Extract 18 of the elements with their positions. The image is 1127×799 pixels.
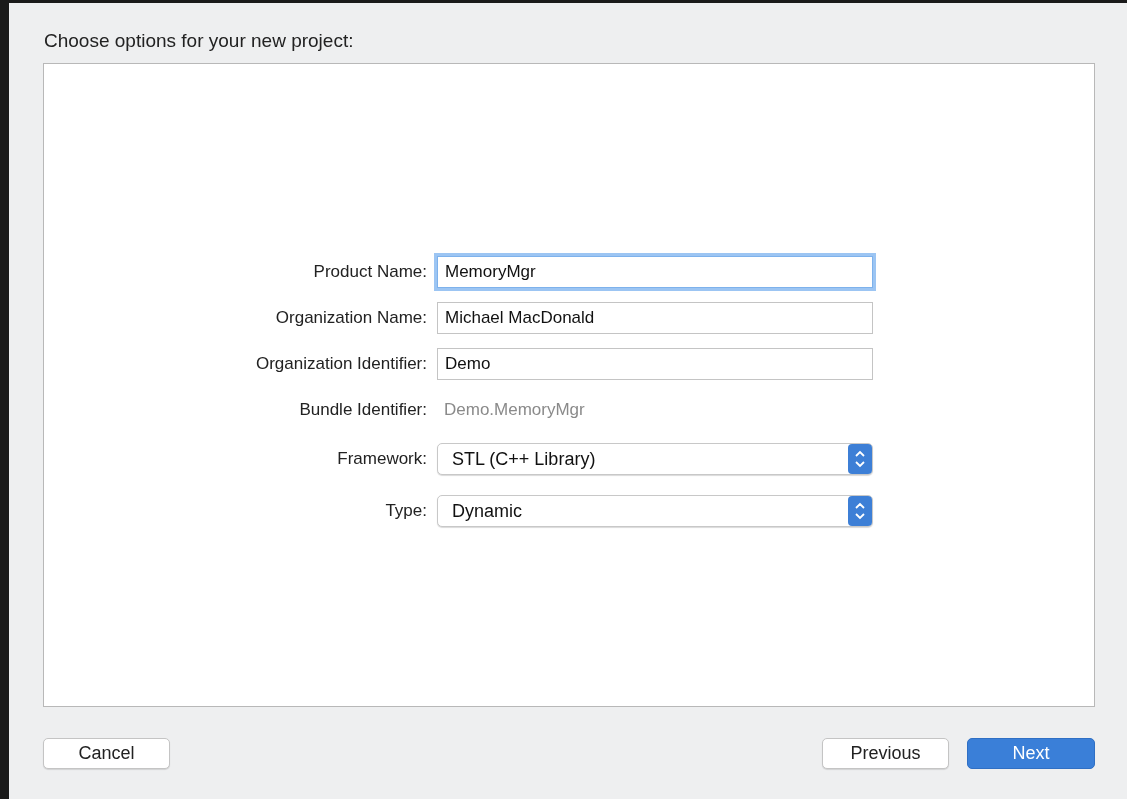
field-label: Type: — [385, 500, 427, 523]
popup-menu[interactable]: STL (C++ Library) — [437, 443, 873, 475]
dialog-button[interactable]: Previous — [822, 738, 949, 769]
field-label: Product Name: — [313, 261, 427, 284]
text-field[interactable]: Demo — [437, 348, 873, 380]
popup-menu[interactable]: Dynamic — [437, 495, 873, 527]
dialog-heading: Choose options for your new project: — [44, 29, 354, 53]
field-label: Bundle Identifier: — [299, 399, 427, 422]
bundle-identifier-value: Demo.MemoryMgr — [444, 399, 585, 422]
field-label: Framework: — [337, 448, 427, 471]
dialog-button[interactable]: Cancel — [43, 738, 170, 769]
stepper-arrows-icon — [848, 444, 872, 474]
field-label: Organization Name: — [275, 307, 427, 330]
text-field[interactable]: Michael MacDonald — [437, 302, 873, 334]
text-field[interactable]: MemoryMgr — [437, 256, 873, 288]
field-label: Organization Identifier: — [255, 353, 427, 376]
dialog-button[interactable]: Next — [967, 738, 1095, 769]
stepper-arrows-icon — [848, 496, 872, 526]
